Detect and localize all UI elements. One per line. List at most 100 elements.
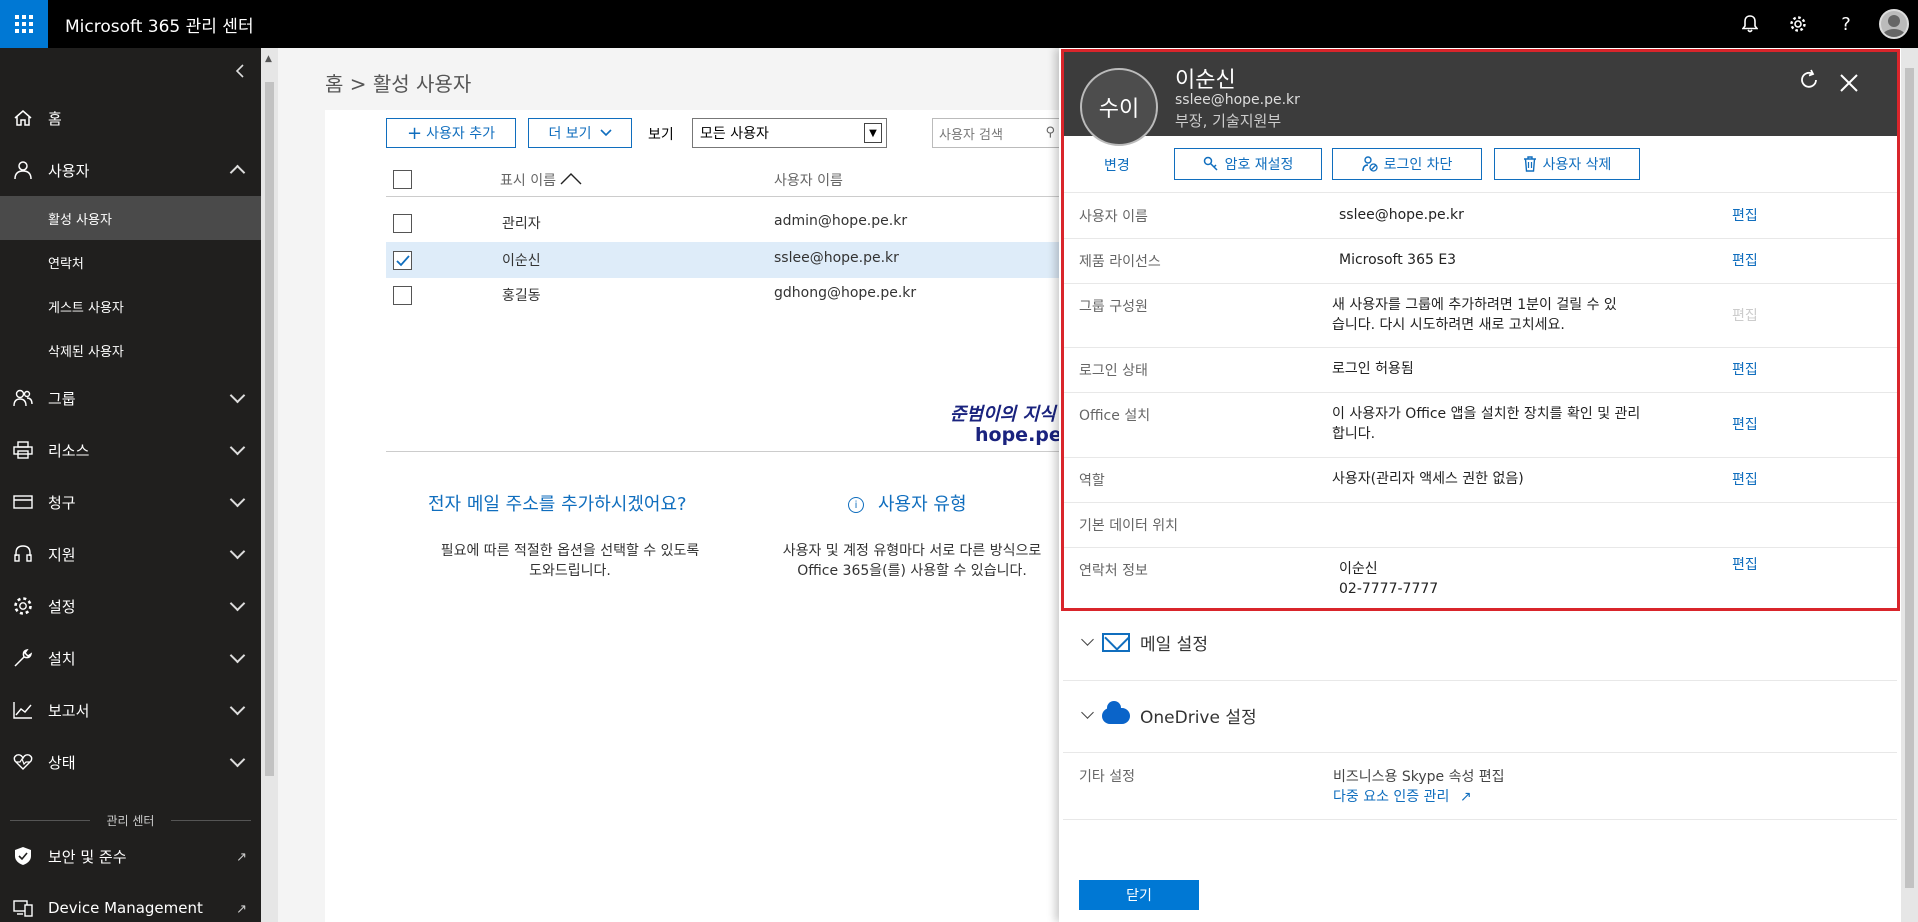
sidebar-item-health[interactable]: 상태 <box>0 736 261 788</box>
column-header-user-name[interactable]: 사용자 이름 <box>774 170 843 190</box>
sidebar-item-reports[interactable]: 보고서 <box>0 684 261 736</box>
onedrive-settings-section[interactable]: OneDrive 설정 <box>1081 700 1257 728</box>
sidebar-item-settings[interactable]: 설정 <box>0 580 261 632</box>
column-header-display-name[interactable]: 표시 이름 <box>500 170 582 190</box>
sidebar-item-label: 보고서 <box>48 701 90 720</box>
reset-password-button[interactable]: 암호 재설정 <box>1174 148 1322 180</box>
gear-icon <box>1790 16 1806 32</box>
help-icon: ? <box>1841 13 1851 35</box>
user-avatar: 수이 <box>1080 68 1158 146</box>
sidebar-item-resources[interactable]: 리소스 <box>0 424 261 476</box>
bell-icon <box>1742 15 1758 33</box>
table-cell-display-name[interactable]: 홍길동 <box>502 285 541 305</box>
sidebar-item-support[interactable]: 지원 <box>0 528 261 580</box>
close-button[interactable]: 닫기 <box>1079 880 1199 910</box>
add-user-button[interactable]: + 사용자 추가 <box>386 118 516 148</box>
sidebar-item-groups[interactable]: 그룹 <box>0 372 261 424</box>
sidebar-subitem-guest-users[interactable]: 게스트 사용자 <box>0 284 261 328</box>
edit-signin-status-link[interactable]: 편집 <box>1732 359 1758 379</box>
table-header-divider <box>386 196 1066 197</box>
external-link-icon: ↗ <box>1459 789 1472 805</box>
app-launcher-button[interactable] <box>0 0 48 48</box>
card-icon <box>12 491 34 513</box>
row-checkbox-sslee[interactable] <box>393 251 412 270</box>
search-icon: ⚲ <box>1045 125 1055 140</box>
close-panel-button[interactable] <box>1840 70 1858 98</box>
breadcrumb: 홈 > 활성 사용자 <box>325 72 472 96</box>
mfa-management-link[interactable]: 다중 요소 인증 관리 ↗ <box>1333 786 1472 806</box>
user-search-input[interactable]: 사용자 검색 ⚲ <box>932 118 1060 148</box>
property-value-signin-status: 로그인 허용됨 <box>1332 361 1414 377</box>
add-email-promo-text: 필요에 따른 적절한 옵션을 선택할 수 있도록 도와드립니다. <box>440 543 700 579</box>
shield-icon <box>12 845 34 867</box>
sidebar-item-home[interactable]: 홈 <box>0 92 261 144</box>
row-checkbox-admin[interactable] <box>393 214 412 233</box>
edit-roles-link[interactable]: 편집 <box>1732 469 1758 489</box>
help-button[interactable]: ? <box>1822 0 1870 48</box>
edit-username-link[interactable]: 편집 <box>1732 205 1758 225</box>
sidebar-item-device-management[interactable]: Device Management ↗ <box>0 882 261 922</box>
key-icon <box>1203 156 1218 171</box>
scrollbar-thumb[interactable] <box>1905 68 1914 888</box>
user-type-promo-title[interactable]: i 사용자 유형 <box>848 490 967 516</box>
sidebar-subitem-deleted-users[interactable]: 삭제된 사용자 <box>0 328 261 372</box>
chevron-down-icon <box>229 595 246 612</box>
sidebar-item-label: 청구 <box>48 493 76 512</box>
selected-row-highlight <box>386 242 1066 278</box>
property-label-data-location: 기본 데이터 위치 <box>1079 518 1179 534</box>
table-cell-display-name[interactable]: 관리자 <box>502 213 541 233</box>
refresh-button[interactable] <box>1797 68 1821 98</box>
notifications-button[interactable] <box>1726 0 1774 48</box>
sidebar-subitem-contacts[interactable]: 연락처 <box>0 240 261 284</box>
chevron-down-icon <box>599 129 612 137</box>
add-email-promo-title[interactable]: 전자 메일 주소를 추가하시겠어요? <box>428 490 687 516</box>
edit-office-install-link[interactable]: 편집 <box>1732 414 1758 434</box>
mail-settings-section[interactable]: 메일 설정 <box>1081 630 1208 655</box>
property-divider <box>1063 547 1897 548</box>
collapse-nav-button[interactable] <box>235 60 245 84</box>
user-type-promo-text: 사용자 및 계정 유형마다 서로 다른 방식으로 Office 365을(를) … <box>782 543 1042 579</box>
section-divider <box>1063 819 1897 820</box>
settings-button[interactable] <box>1774 0 1822 48</box>
section-divider <box>1063 680 1897 681</box>
property-divider <box>1063 457 1897 458</box>
close-icon <box>1840 74 1858 92</box>
wrench-icon <box>12 647 34 669</box>
skype-properties-link[interactable]: 비즈니스용 Skype 속성 편집 <box>1333 766 1505 786</box>
scrollbar-thumb[interactable] <box>265 82 274 776</box>
sidebar-item-users[interactable]: 사용자 <box>0 144 261 196</box>
property-value-roles: 사용자(관리자 액세스 권한 없음) <box>1332 471 1524 487</box>
external-link-icon: ↗ <box>236 850 247 865</box>
block-signin-button[interactable]: 로그인 차단 <box>1332 148 1482 180</box>
panel-scrollbar[interactable] <box>1901 48 1918 922</box>
view-filter-select[interactable]: 모든 사용자 ▼ <box>692 118 887 148</box>
more-button[interactable]: 더 보기 <box>528 118 632 148</box>
delete-user-button[interactable]: 사용자 삭제 <box>1494 148 1640 180</box>
sidebar-subitem-active-users[interactable]: 활성 사용자 <box>0 196 261 240</box>
sidebar-item-label: 사용자 <box>48 161 90 180</box>
table-cell-display-name[interactable]: 이순신 <box>502 250 541 270</box>
onedrive-cloud-icon <box>1102 700 1130 724</box>
edit-license-link[interactable]: 편집 <box>1732 250 1758 270</box>
waffle-icon <box>15 15 33 33</box>
property-label-license: 제품 라이선스 <box>1079 254 1161 270</box>
sidebar-item-security[interactable]: 보안 및 준수 ↗ <box>0 830 261 882</box>
external-link-icon: ↗ <box>236 902 247 917</box>
sidebar-item-label: 홈 <box>48 109 62 128</box>
sidebar-item-setup[interactable]: 설치 <box>0 632 261 684</box>
sidebar-item-label: 리소스 <box>48 441 90 460</box>
change-photo-link[interactable]: 변경 <box>1104 155 1130 175</box>
section-divider <box>1063 752 1897 753</box>
sidebar-item-billing[interactable]: 청구 <box>0 476 261 528</box>
sidebar-item-label: 지원 <box>48 545 76 564</box>
edit-contact-info-link[interactable]: 편집 <box>1732 554 1758 574</box>
chevron-down-icon <box>229 439 246 456</box>
row-checkbox-gdhong[interactable] <box>393 286 412 305</box>
account-button[interactable] <box>1870 0 1918 48</box>
property-divider <box>1063 347 1897 348</box>
main-scrollbar[interactable]: ▲ <box>261 48 278 922</box>
select-all-checkbox[interactable] <box>393 170 412 189</box>
printer-icon <box>12 439 34 461</box>
info-icon: i <box>848 497 864 513</box>
property-value-group-membership: 새 사용자를 그룹에 추가하려면 1분이 걸릴 수 있 습니다. 다시 시도하려… <box>1332 297 1617 333</box>
